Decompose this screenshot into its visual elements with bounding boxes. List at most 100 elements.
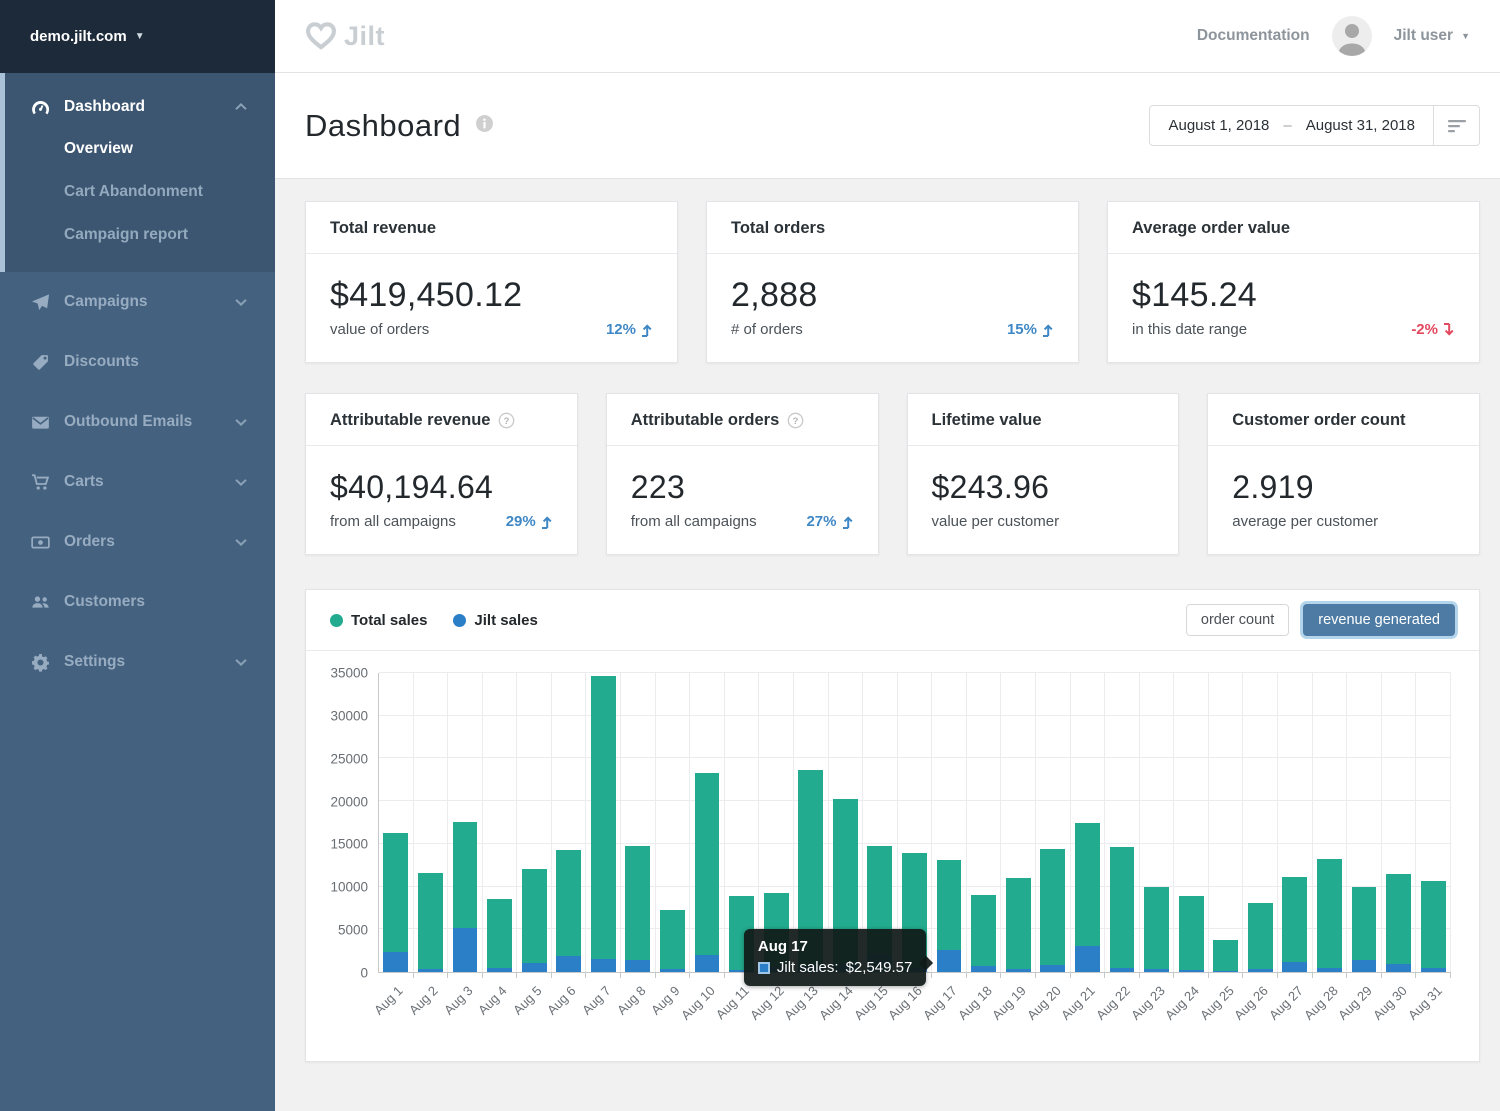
chart-bar-slot[interactable] [1036,673,1071,972]
bar-total-sales[interactable] [522,869,547,972]
bar-total-sales[interactable] [1317,859,1342,972]
chart-bar-slot[interactable] [414,673,449,972]
chart-bar-slot[interactable] [483,673,518,972]
bar-total-sales[interactable] [1006,878,1031,972]
bar-jilt-sales[interactable] [1352,960,1377,972]
chart-bar-slot[interactable] [1174,673,1209,972]
sidebar-item-cart-abandonment[interactable]: Cart Abandonment [0,170,275,213]
avatar[interactable] [1332,16,1372,56]
chart-bar-slot[interactable] [1278,673,1313,972]
order-count-button[interactable]: order count [1186,604,1289,636]
chart-bar-slot[interactable] [1382,673,1417,972]
bar-total-sales[interactable] [1421,881,1446,972]
sidebar-item-campaigns[interactable]: Campaigns [0,272,275,332]
bar-jilt-sales[interactable] [1040,965,1065,972]
bar-jilt-sales[interactable] [453,928,478,972]
site-switcher[interactable]: demo.jilt.com ▼ [0,0,275,73]
sidebar-item-outbound-emails[interactable]: Outbound Emails [0,392,275,452]
revenue-generated-button[interactable]: revenue generated [1303,604,1455,636]
bar-jilt-sales[interactable] [487,968,512,972]
chart-bar-slot[interactable] [1416,673,1451,972]
chart-bar-slot[interactable] [379,673,414,972]
bar-total-sales[interactable] [695,773,720,972]
chart-bar-slot[interactable] [552,673,587,972]
date-range-picker[interactable]: August 1, 2018 – August 31, 2018 [1149,105,1480,146]
bar-jilt-sales[interactable] [1248,969,1273,972]
bar-total-sales[interactable] [1213,940,1238,972]
bar-jilt-sales[interactable] [1421,968,1446,972]
sidebar-item-campaign-report[interactable]: Campaign report [0,213,275,256]
chart-bar-slot[interactable] [967,673,1002,972]
chart-bar-slot[interactable] [1001,673,1036,972]
chart-bar-slot[interactable] [1243,673,1278,972]
chart-bar-slot[interactable] [1105,673,1140,972]
bar-jilt-sales[interactable] [1179,970,1204,972]
bar-total-sales[interactable] [1179,896,1204,972]
user-menu[interactable]: Jilt user ▼ [1394,27,1470,45]
sidebar-item-dashboard[interactable]: Dashboard [0,87,275,127]
bar-jilt-sales[interactable] [591,959,616,972]
sidebar-item-carts[interactable]: Carts [0,452,275,512]
chart-bar-slot[interactable] [517,673,552,972]
bar-jilt-sales[interactable] [937,950,962,972]
chart-bar-slot[interactable] [863,673,898,972]
chart-bar-slot[interactable] [586,673,621,972]
bar-jilt-sales[interactable] [971,966,996,972]
bar-total-sales[interactable] [1110,847,1135,972]
chart-bar-slot[interactable] [759,673,794,972]
bar-jilt-sales[interactable] [660,969,685,972]
bar-jilt-sales[interactable] [418,969,443,972]
bar-jilt-sales[interactable] [383,952,408,973]
bar-jilt-sales[interactable] [522,963,547,972]
sidebar-item-orders[interactable]: Orders [0,512,275,572]
bar-jilt-sales[interactable] [1213,971,1238,972]
bar-total-sales[interactable] [1386,874,1411,972]
help-icon[interactable]: ? [787,412,804,429]
chart-bar-slot[interactable] [1140,673,1175,972]
bar-total-sales[interactable] [591,676,616,972]
bar-jilt-sales[interactable] [1282,962,1307,972]
help-icon[interactable]: ? [498,412,515,429]
bar-jilt-sales[interactable] [1386,964,1411,972]
chart-bar-slot[interactable] [1347,673,1382,972]
chart-bar-slot[interactable] [1209,673,1244,972]
chart-bar-slot[interactable] [621,673,656,972]
bar-jilt-sales[interactable] [1317,968,1342,972]
filter-icon[interactable] [1433,106,1479,145]
info-icon[interactable] [475,114,494,138]
chart-bar-slot[interactable] [656,673,691,972]
chart-bar-slot[interactable] [829,673,864,972]
legend-total-sales[interactable]: Total sales [330,612,427,629]
legend-jilt-sales[interactable]: Jilt sales [453,612,537,629]
chart-bar-slot[interactable] [448,673,483,972]
bar-total-sales[interactable] [556,850,581,972]
chart-bar-slot[interactable] [690,673,725,972]
bar-total-sales[interactable] [660,910,685,972]
sidebar-item-customers[interactable]: Customers [0,572,275,632]
chart-bar-slot[interactable] [932,673,967,972]
bar-total-sales[interactable] [418,873,443,972]
chart-bar-slot[interactable] [725,673,760,972]
bar-jilt-sales[interactable] [556,956,581,972]
bar-jilt-sales[interactable] [1075,946,1100,972]
chart-bar-slot[interactable] [1313,673,1348,972]
sidebar-item-settings[interactable]: Settings [0,632,275,692]
chart-bar-slot[interactable] [1071,673,1106,972]
documentation-link[interactable]: Documentation [1197,27,1310,45]
bar-jilt-sales[interactable] [625,960,650,972]
chart-bar-slot[interactable] [898,673,933,972]
bar-total-sales[interactable] [625,846,650,972]
bar-total-sales[interactable] [1144,887,1169,972]
sidebar-item-discounts[interactable]: Discounts [0,332,275,392]
bar-jilt-sales[interactable] [1006,969,1031,972]
bar-jilt-sales[interactable] [1110,968,1135,972]
bar-total-sales[interactable] [1248,903,1273,972]
bar-total-sales[interactable] [1040,849,1065,972]
chart-bar-slot[interactable] [794,673,829,972]
bar-total-sales[interactable] [971,895,996,972]
bar-jilt-sales[interactable] [695,955,720,972]
sidebar-item-overview[interactable]: Overview [0,127,275,170]
bar-total-sales[interactable] [1282,877,1307,972]
bar-jilt-sales[interactable] [1144,969,1169,972]
bar-total-sales[interactable] [487,899,512,972]
